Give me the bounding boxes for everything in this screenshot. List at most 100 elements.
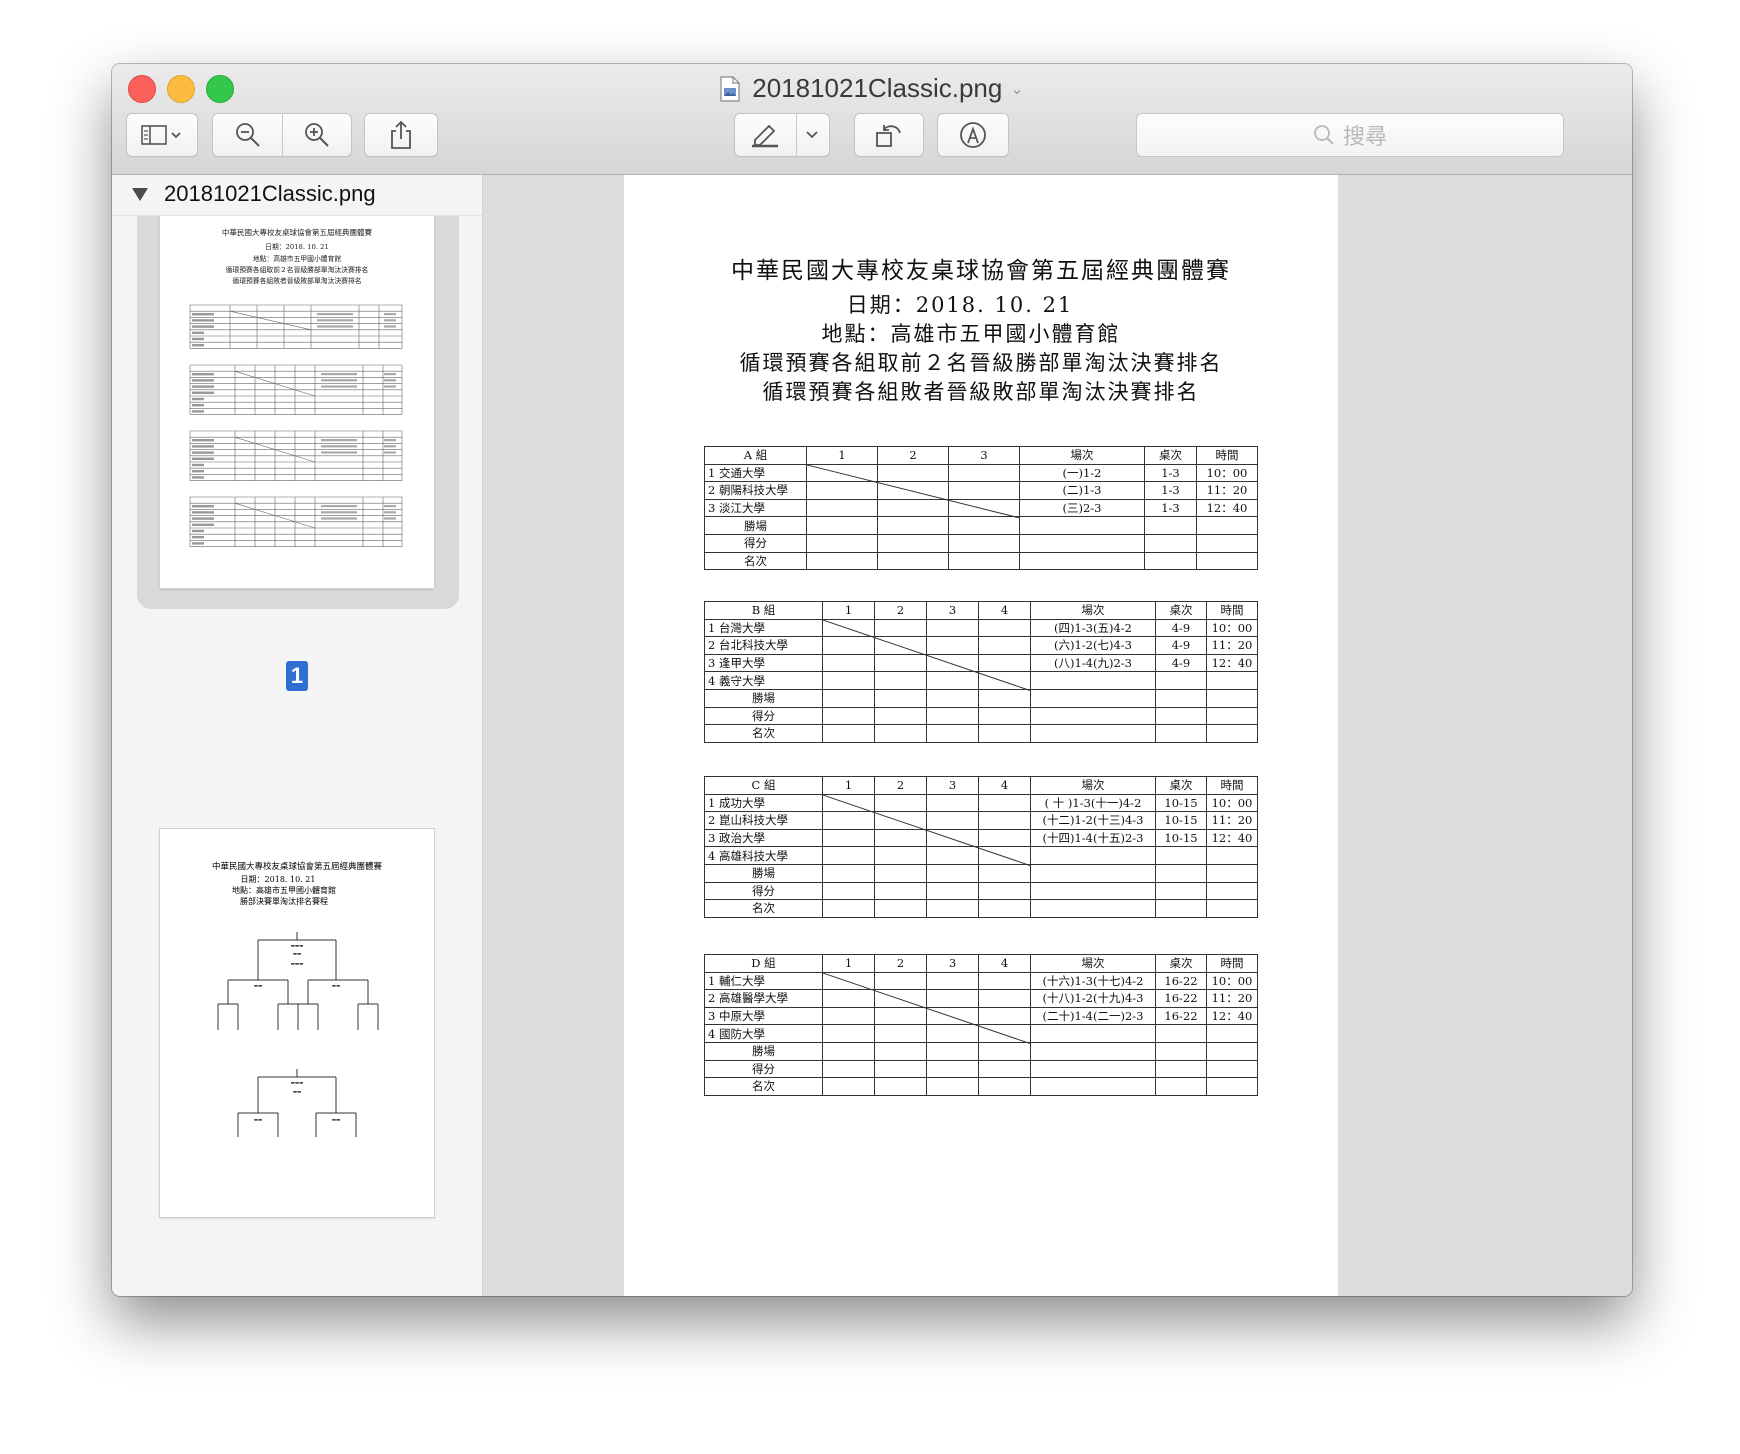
disclosure-triangle-icon[interactable] [132,188,148,201]
score-cell [978,971,1031,991]
table-summary-row: 得分 [704,706,1258,726]
summary-cell [1196,516,1258,535]
summary-cell [1206,1059,1258,1079]
bracket-losers [237,1069,357,1137]
table-number-cell: 10-15 [1155,828,1207,848]
team-name: 3 中原大學 [704,1006,823,1026]
score-cell [926,989,979,1008]
summary-label: 得分 [704,533,807,553]
score-cell [978,989,1031,1008]
title-bar: 20181021Classic.png ⌄ 搜尋 [112,64,1632,175]
summary-cell [1144,516,1197,535]
score-cell [926,1006,979,1026]
column-header: 3 [926,776,979,795]
summary-cell [1030,881,1156,901]
window-title-area[interactable]: 20181021Classic.png ⌄ [112,72,1632,106]
summary-cell [1155,899,1207,918]
summary-cell [978,1059,1031,1079]
summary-cell [926,1059,979,1079]
score-cell [926,653,979,673]
time-header: 時間 [1206,954,1258,973]
summary-cell [1206,1041,1258,1061]
match-cell: (二)1-3 [1019,481,1145,500]
zoom-out-button[interactable] [213,114,282,156]
thumb2-rule: 勝部決賽單淘汰排名賽程 [240,896,328,906]
zoom-in-button[interactable] [282,114,351,156]
zoom-in-icon [304,123,329,147]
summary-cell [1030,706,1156,726]
summary-cell [874,688,927,708]
svg-text:▬▬▬: ▬▬▬ [291,944,304,949]
page-thumbnail-2-image: 中華民國大專校友桌球協會第五屆經典團體賽 日期：2018. 10. 21 地點：… [212,861,382,1137]
highlight-button[interactable] [735,114,796,156]
time-cell: 12：40 [1206,828,1258,848]
summary-label: 名次 [704,551,807,571]
score-cell [822,1024,875,1043]
page-thumbnail-1[interactable]: 中華民國大專校友桌球協會第五屆經典團體賽 日期：2018. 10. 21 地點：高雄… [160,215,434,588]
annotate-button[interactable] [937,113,1009,157]
score-cell [874,989,927,1008]
sidebar-file-header[interactable]: 20181021Classic.png [112,175,482,216]
summary-cell [1030,1077,1156,1096]
table-header-row: D 組 1 2 3 4 場次 桌次 時間 [704,954,1258,973]
table-row: 3 逢甲大學 (八)1-4(九)2-3 4-9 12：40 [704,653,1258,673]
summary-cell [1030,688,1156,708]
time-header: 時間 [1196,446,1258,465]
page-thumbnail-2[interactable]: 中華民國大專校友桌球協會第五屆經典團體賽 日期：2018. 10. 21 地點：… [160,829,434,1217]
group-table-a: A 組 1 2 3 場次 桌次 時間 1 交通大學 (一)1-2 1-3 10：00 2 朝陽科技大學… [704,446,1258,571]
match-cell: (八)1-4(九)2-3 [1030,653,1156,673]
table-row: 3 中原大學 (二十)1-4(二一)2-3 16-22 12：40 [704,1006,1258,1026]
score-cell [822,811,875,830]
score-cell [874,811,927,830]
markup-menu-button[interactable] [796,114,829,156]
team-name: 2 崑山科技大學 [704,811,823,830]
table-row: 3 政治大學 (十四)1-4(十五)2-3 10-15 12：40 [704,828,1258,848]
match-cell: (二十)1-4(二一)2-3 [1030,1006,1156,1026]
group-table-b: B 組 1 2 3 4 場次 桌次 時間 1 台灣大學 (四)1-3(五)4-2 4-9 10：00 2… [704,601,1258,743]
summary-cell [978,724,1031,743]
column-header: 4 [978,954,1031,973]
column-header: 3 [926,601,979,620]
table-number-cell: 1-3 [1144,481,1197,500]
rotate-button[interactable] [854,113,924,157]
score-cell [948,481,1020,500]
time-cell: 11：20 [1206,989,1258,1008]
doc-rule-losers: 循環預賽各組敗者晉級敗部單淘汰決賽排名 [762,380,1200,404]
table-number-header: 桌次 [1155,954,1207,973]
table-number-cell [1155,671,1207,690]
document-view[interactable]: 中華民國大專校友桌球協會第五屆經典團體賽 日期：2018. 10. 21 地點：… [483,175,1632,1296]
score-cell [926,846,979,865]
match-cell: (十八)1-2(十九)4-3 [1030,989,1156,1008]
score-cell [874,971,927,991]
table-row: 4 高雄科技大學 [704,846,1258,865]
summary-cell [978,688,1031,708]
doc-rule-winners: 循環預賽各組取前２名晉級勝部單淘汰決賽排名 [739,351,1223,375]
thumb1-heading-line: 中華民國大專校友桌球協會第五屆經典團體賽 [222,227,372,237]
table-header-row: C 組 1 2 3 4 場次 桌次 時間 [704,776,1258,795]
group-label: D 組 [704,954,823,973]
match-cell: ( 十 )1-3(十一)4-2 [1030,793,1156,813]
team-name: 4 國防大學 [704,1024,823,1043]
score-cell [822,653,875,673]
table-summary-row: 得分 [704,533,1258,553]
sidebar-view-button[interactable] [126,113,198,157]
score-cell [926,793,979,813]
summary-label: 得分 [704,706,823,726]
summary-cell [822,899,875,918]
summary-cell [1030,724,1156,743]
summary-cell [1196,533,1258,553]
share-button[interactable] [364,113,438,157]
summary-cell [1155,724,1207,743]
match-cell [1030,1024,1156,1043]
column-header: 2 [874,776,927,795]
score-cell [806,481,878,500]
window-title: 20181021Classic.png [752,73,1003,103]
sidebar-file-name: 20181021Classic.png [164,181,376,206]
summary-cell [1030,1059,1156,1079]
summary-cell [822,881,875,901]
page-number-badge: 1 [286,661,308,691]
search-field[interactable]: 搜尋 [1136,113,1564,157]
table-number-cell [1155,1024,1207,1043]
summary-cell [806,551,878,571]
table-summary-row: 勝場 [704,1041,1258,1061]
